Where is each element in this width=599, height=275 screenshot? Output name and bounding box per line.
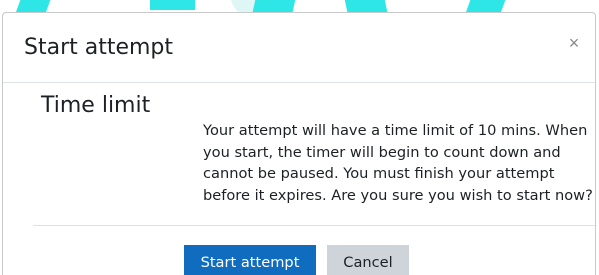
background-decoration [150, 0, 195, 10]
cancel-button[interactable]: Cancel [327, 245, 409, 275]
time-limit-heading: Time limit [41, 93, 151, 118]
background-decoration [465, 0, 510, 12]
close-button[interactable]: × [561, 30, 587, 56]
close-icon: × [568, 33, 580, 53]
time-limit-message: Your attempt will have a time limit of 1… [203, 122, 593, 204]
divider [33, 225, 595, 226]
page-backdrop: Start attempt × Time limit Your attempt … [0, 0, 599, 275]
background-decoration [252, 0, 298, 12]
start-attempt-button[interactable]: Start attempt [184, 245, 316, 275]
background-decoration [342, 0, 388, 12]
dialog-title: Start attempt [24, 35, 174, 60]
background-decoration [15, 0, 55, 12]
start-attempt-dialog: Start attempt × Time limit Your attempt … [2, 12, 596, 275]
dialog-header: Start attempt × [3, 13, 595, 83]
